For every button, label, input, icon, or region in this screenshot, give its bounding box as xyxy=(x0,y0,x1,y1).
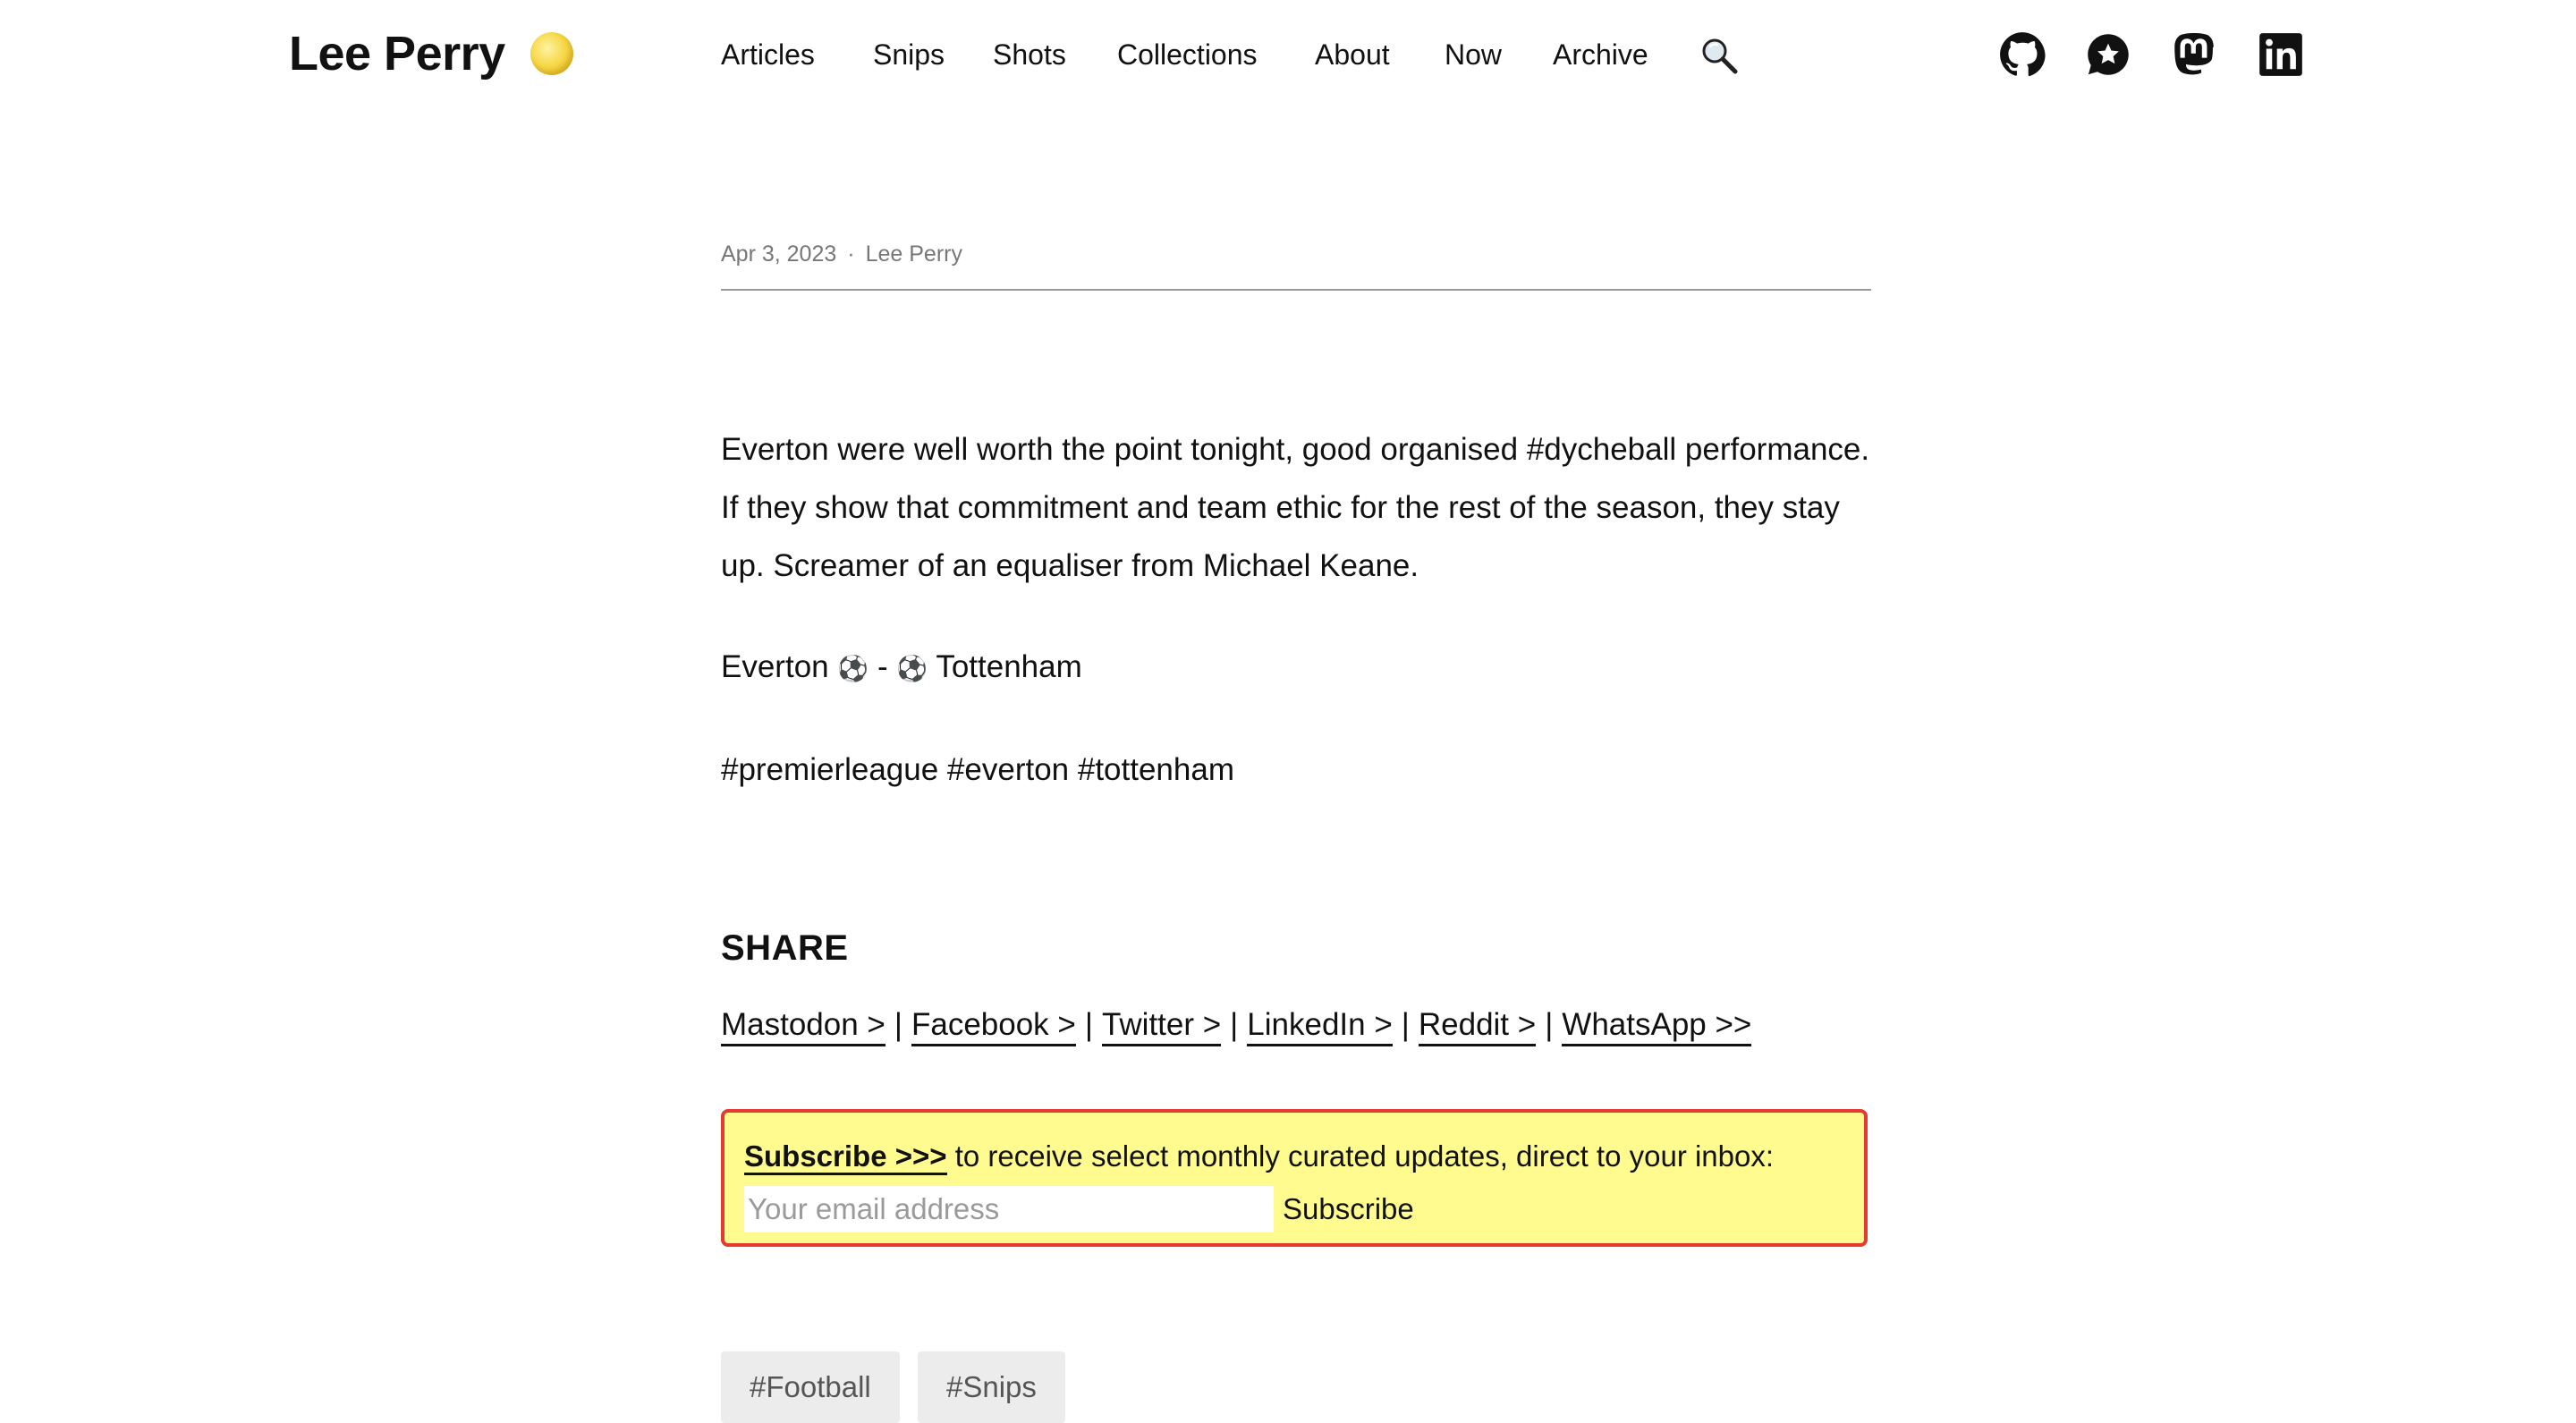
star-bubble-icon[interactable] xyxy=(2085,31,2131,78)
meta-divider xyxy=(721,289,1871,291)
sun-emoji-icon xyxy=(530,32,573,75)
score-line: Everton ⚽ - ⚽ Tottenham xyxy=(721,638,1871,698)
meta-separator: · xyxy=(847,241,855,267)
share-separator: | xyxy=(1230,1007,1239,1042)
share-twitter-link[interactable]: Twitter > xyxy=(1101,1007,1222,1046)
site-title[interactable]: Lee Perry xyxy=(289,20,505,88)
subscribe-link[interactable]: Subscribe >>> xyxy=(744,1139,947,1175)
nav-item-shots[interactable]: Shots xyxy=(993,32,1066,77)
share-links: Mastodon > | Facebook > | Twitter > | LinkedIn… xyxy=(721,1000,1752,1050)
hashtag-line: #premierleague #everton #tottenham xyxy=(721,752,1234,787)
share-separator: | xyxy=(1084,1007,1093,1042)
nav-item-now[interactable]: Now xyxy=(1445,32,1502,77)
nav-item-articles[interactable]: Articles xyxy=(721,32,815,77)
soccer-ball-icon: ⚽ xyxy=(896,654,928,683)
subscribe-description: to receive select monthly curated update… xyxy=(946,1139,1775,1173)
score-dash: - xyxy=(877,649,888,684)
post-body: Everton were well worth the point tonigh… xyxy=(721,420,1871,799)
share-linkedin-link[interactable]: LinkedIn > xyxy=(1247,1007,1393,1046)
share-reddit-link[interactable]: Reddit > xyxy=(1418,1007,1537,1046)
nav-item-collections[interactable]: Collections xyxy=(1117,32,1258,77)
post-author[interactable]: Lee Perry xyxy=(866,241,962,267)
share-whatsapp-link[interactable]: WhatsApp >> xyxy=(1562,1007,1752,1046)
subscribe-box: Subscribe >>> to receive select monthly … xyxy=(721,1109,1868,1247)
share-mastodon-link[interactable]: Mastodon > xyxy=(721,1007,886,1046)
share-separator: | xyxy=(1545,1007,1554,1042)
magnifying-glass-icon[interactable] xyxy=(1699,36,1739,75)
share-facebook-link[interactable]: Facebook > xyxy=(911,1007,1076,1046)
post-meta: Apr 3, 2023 · Lee Perry xyxy=(721,238,962,270)
post-paragraph: Everton were well worth the point tonigh… xyxy=(721,432,1870,583)
email-field[interactable] xyxy=(744,1186,1274,1232)
share-separator: | xyxy=(894,1007,902,1042)
github-icon[interactable] xyxy=(1999,31,2046,78)
away-team: Tottenham xyxy=(936,649,1082,684)
mastodon-icon[interactable] xyxy=(2172,31,2218,78)
nav-item-archive[interactable]: Archive xyxy=(1553,32,1648,77)
linkedin-icon[interactable] xyxy=(2258,31,2304,78)
post-date: Apr 3, 2023 xyxy=(721,241,837,267)
tag-snips[interactable]: #Snips xyxy=(918,1351,1065,1423)
tag-football[interactable]: #Football xyxy=(721,1351,900,1423)
nav-item-snips[interactable]: Snips xyxy=(873,32,945,77)
soccer-ball-icon: ⚽ xyxy=(837,654,869,683)
nav-item-about[interactable]: About xyxy=(1315,32,1390,77)
subscribe-button[interactable]: Subscribe xyxy=(1279,1186,1418,1232)
home-team: Everton xyxy=(721,649,829,684)
subscribe-text: Subscribe >>> to receive select monthly … xyxy=(744,1136,1774,1177)
share-separator: | xyxy=(1401,1007,1410,1042)
share-heading: SHARE xyxy=(721,928,849,968)
